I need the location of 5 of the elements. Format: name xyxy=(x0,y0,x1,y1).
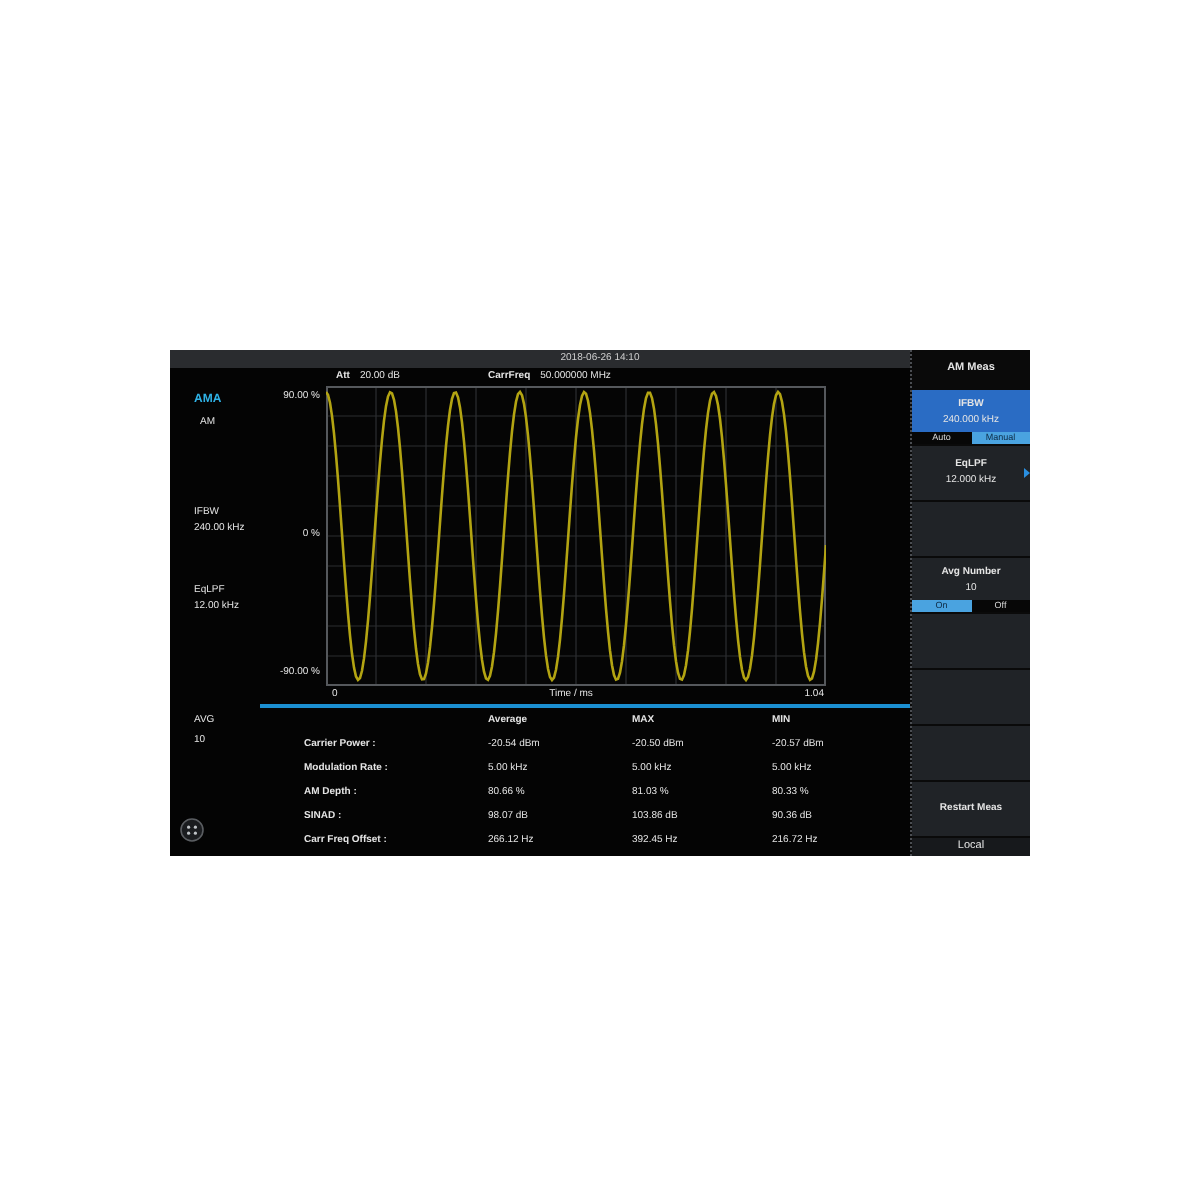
blank-softkey[interactable] xyxy=(912,670,1030,724)
dots-circle-icon[interactable] xyxy=(180,818,204,842)
blank-softkey[interactable] xyxy=(912,614,1030,668)
blank-softkey[interactable] xyxy=(912,726,1030,780)
blank-softkey[interactable] xyxy=(912,502,1030,556)
